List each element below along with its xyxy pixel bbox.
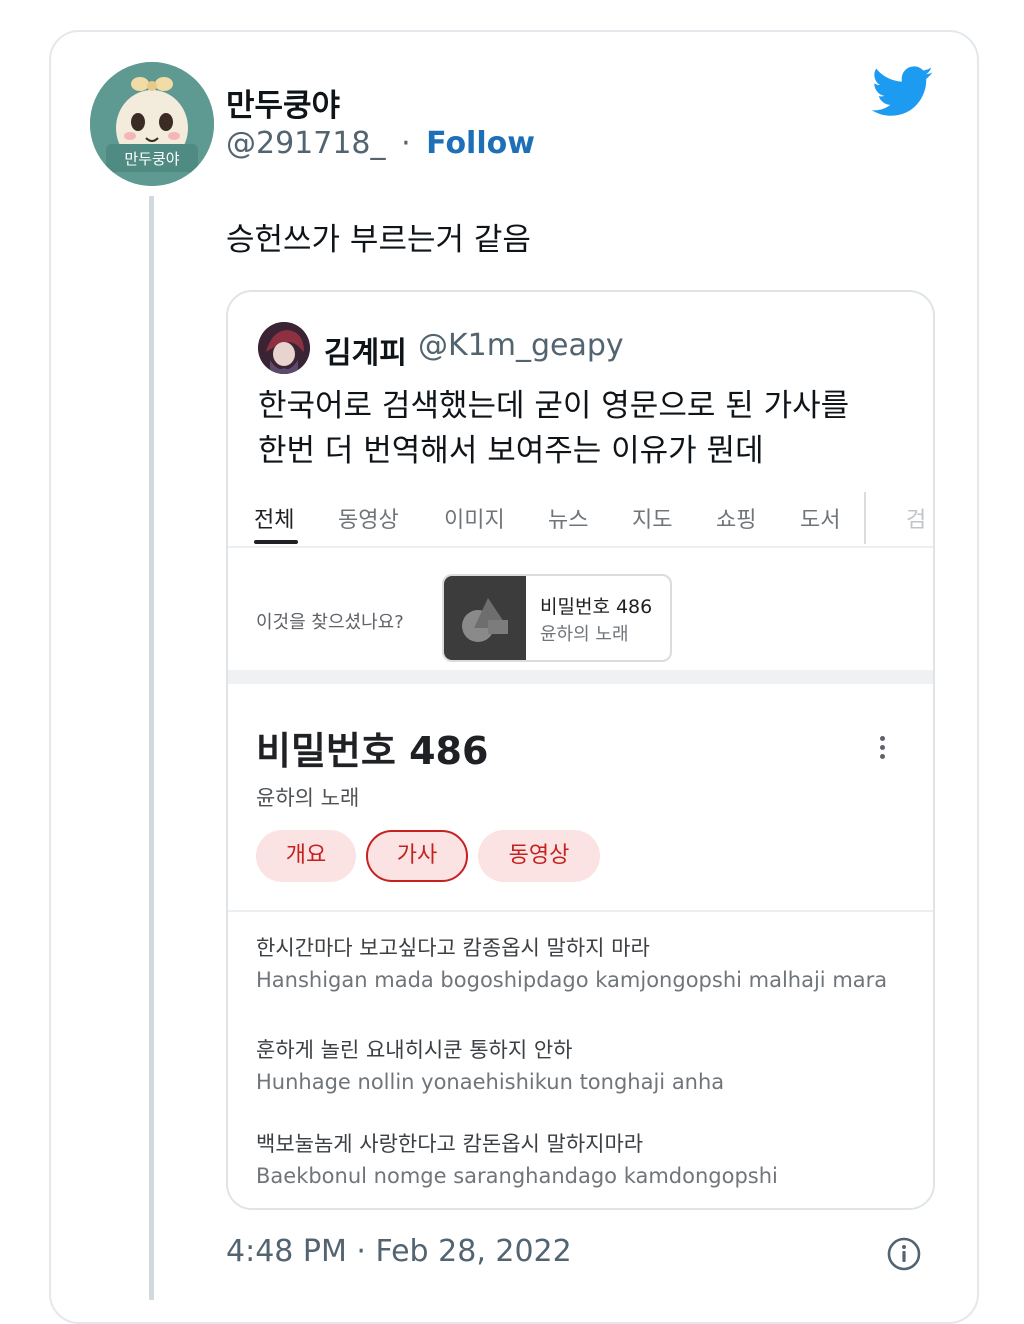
lyric-line-ko: 한시간마다 보고싶다고 캄종옵시 말하지 마라 bbox=[256, 936, 650, 960]
suggestion-card[interactable]: 비밀번호 486 윤하의 노래 bbox=[442, 574, 672, 662]
active-tab-indicator bbox=[254, 540, 298, 544]
tab-all[interactable]: 전체 bbox=[254, 502, 294, 534]
did-you-mean-label: 이것을 찾으셨나요? bbox=[256, 612, 404, 633]
lyric-line-ko: 훈하게 놀린 요내히시쿤 통하지 안하 bbox=[256, 1038, 573, 1062]
tab-images[interactable]: 이미지 bbox=[444, 502, 505, 534]
tweet-timestamp[interactable]: 4:48 PM · Feb 28, 2022 bbox=[226, 1234, 572, 1269]
shapes-icon bbox=[462, 598, 508, 642]
quoted-text-line-1: 한국어로 검색했는데 굳이 영문으로 된 가사를 bbox=[258, 388, 850, 424]
quoted-tweet-text: 한국어로 검색했는데 굳이 영문으로 된 가사를 한번 더 번역해서 보여주는 … bbox=[258, 384, 918, 474]
handle-separator: · bbox=[401, 126, 411, 161]
suggestion-title: 비밀번호 486 bbox=[540, 596, 653, 618]
tweet-text: 승헌쓰가 부르는거 같음 bbox=[226, 222, 531, 258]
song-subtitle: 윤하의 노래 bbox=[256, 786, 360, 810]
search-screenshot: 전체 동영상 이미지 뉴스 지도 쇼핑 도서 검 이것을 찾으셨나요? 비밀번호… bbox=[228, 482, 933, 1208]
more-vert-icon[interactable] bbox=[876, 736, 888, 762]
quoted-avatar-image bbox=[258, 322, 310, 374]
chip-lyrics[interactable]: 가사 bbox=[366, 830, 468, 882]
quoted-text-line-2: 한번 더 번역해서 보여주는 이유가 뭔데 bbox=[258, 433, 764, 469]
author-name[interactable]: 만두쿵야 bbox=[226, 80, 340, 125]
twitter-bird-icon[interactable] bbox=[872, 66, 934, 118]
chip-overview[interactable]: 개요 bbox=[256, 830, 356, 882]
lyric-line-ko: 백보눌놈게 사랑한다고 캄돈옵시 말하지마라 bbox=[256, 1132, 644, 1156]
search-tabs: 전체 동영상 이미지 뉴스 지도 쇼핑 도서 검 bbox=[228, 482, 933, 548]
thread-line bbox=[149, 196, 154, 1300]
quoted-tweet[interactable]: 김계피 @K1m_geapy 한국어로 검색했는데 굳이 영문으로 된 가사를 … bbox=[226, 290, 935, 1210]
quoted-author-avatar[interactable] bbox=[258, 322, 310, 374]
follow-button[interactable]: Follow bbox=[426, 126, 535, 161]
suggestion-subtitle: 윤하의 노래 bbox=[540, 624, 629, 645]
info-icon[interactable] bbox=[886, 1236, 922, 1272]
tab-news[interactable]: 뉴스 bbox=[548, 502, 588, 534]
author-avatar[interactable]: 만두쿵야 bbox=[90, 62, 214, 186]
chip-videos[interactable]: 동영상 bbox=[478, 830, 600, 882]
tab-more-truncated[interactable]: 검 bbox=[906, 502, 926, 534]
tab-shopping[interactable]: 쇼핑 bbox=[716, 502, 756, 534]
song-title: 비밀번호 486 bbox=[256, 729, 489, 773]
tab-maps[interactable]: 지도 bbox=[632, 502, 672, 534]
avatar-badge-text: 만두쿵야 bbox=[124, 150, 180, 168]
tab-divider bbox=[864, 492, 866, 544]
tab-books[interactable]: 도서 bbox=[800, 502, 840, 534]
quoted-author-handle: @K1m_geapy bbox=[418, 328, 624, 363]
section-divider-band bbox=[228, 670, 933, 684]
lyric-line-romanized: Hanshigan mada bogoshipdago kamjongopshi… bbox=[256, 968, 888, 992]
quoted-author-name: 김계피 bbox=[324, 336, 407, 371]
lyric-line-romanized: Baekbonul nomge saranghandago kamdongops… bbox=[256, 1164, 778, 1188]
suggestion-thumbnail bbox=[444, 576, 526, 660]
author-handle-row: @291718_ · Follow bbox=[226, 126, 535, 161]
lyrics-divider bbox=[228, 910, 933, 912]
lyric-line-romanized: Hunhage nollin yonaehishikun tonghaji an… bbox=[256, 1070, 725, 1094]
author-handle[interactable]: @291718_ bbox=[226, 126, 386, 161]
tab-videos[interactable]: 동영상 bbox=[338, 502, 399, 534]
